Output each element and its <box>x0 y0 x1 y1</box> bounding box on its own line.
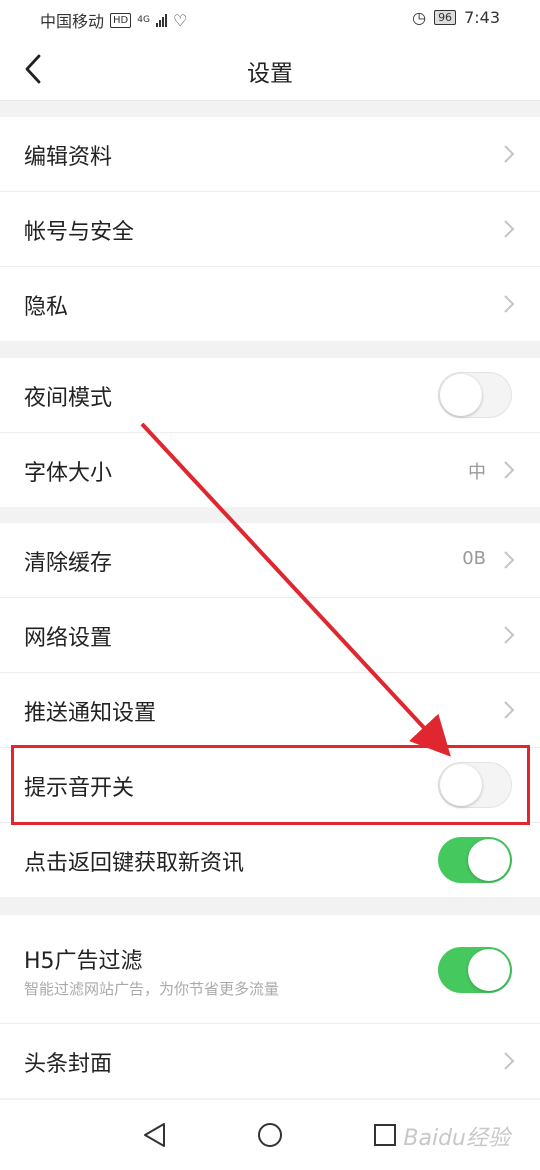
chevron-right-icon <box>504 551 515 569</box>
settings-row-push-notifications[interactable]: 推送通知设置 <box>0 673 540 748</box>
settings-row-privacy[interactable]: 隐私 <box>0 267 540 341</box>
chevron-right-icon <box>504 701 515 719</box>
back-triangle-icon[interactable] <box>140 1120 170 1150</box>
hd-badge: HD <box>110 12 132 28</box>
battery-icon: 96 <box>434 10 457 25</box>
chevron-right-icon <box>504 1052 515 1070</box>
system-nav-bar: Baidu经验 <box>0 1100 540 1170</box>
row-label: 字体大小 <box>24 461 113 486</box>
settings-group-display: 夜间模式 字体大小 中 <box>0 358 540 507</box>
settings-row-night-mode: 夜间模式 <box>0 358 540 433</box>
notification-sound-toggle[interactable] <box>438 762 512 808</box>
settings-group-account: 编辑资料 帐号与安全 隐私 <box>0 117 540 341</box>
toggle-knob <box>440 374 482 416</box>
chevron-right-icon <box>504 626 515 644</box>
watermark: Baidu经验 <box>403 1126 510 1151</box>
row-label: 夜间模式 <box>24 386 113 411</box>
carrier-label: 中国移动 <box>40 12 105 31</box>
page-title: 设置 <box>247 61 293 87</box>
health-heart-icon: ♡ <box>172 10 188 30</box>
clock: 7:43 <box>464 8 500 27</box>
chevron-right-icon <box>504 145 515 163</box>
settings-row-headline-cover[interactable]: 头条封面 <box>0 1024 540 1098</box>
row-label: 网络设置 <box>24 626 113 651</box>
row-label: 清除缓存 <box>24 551 113 576</box>
chevron-right-icon <box>504 461 515 479</box>
recents-square-icon[interactable] <box>370 1120 400 1150</box>
font-size-value: 中 <box>468 462 486 483</box>
alarm-icon: ◷ <box>412 8 427 27</box>
row-label: 编辑资料 <box>24 145 113 170</box>
home-circle-icon[interactable] <box>255 1120 285 1150</box>
settings-row-account-security[interactable]: 帐号与安全 <box>0 192 540 267</box>
row-label: 头条封面 <box>24 1052 113 1077</box>
row-label: 帐号与安全 <box>24 220 135 245</box>
status-bar: 中国移动 HD 4G ♡ ◷ 96 7:43 <box>0 0 540 38</box>
row-subtitle: 智能过滤网站广告，为你节省更多流量 <box>24 980 280 998</box>
row-label: 点击返回键获取新资讯 <box>24 851 245 876</box>
signal-icon <box>155 13 167 27</box>
chevron-right-icon <box>504 220 515 238</box>
chevron-right-icon <box>504 295 515 313</box>
network-type: 4G <box>137 14 150 25</box>
settings-row-network[interactable]: 网络设置 <box>0 598 540 673</box>
cache-size-value: 0B <box>462 548 486 569</box>
toggle-knob <box>468 839 510 881</box>
settings-row-notification-sound: 提示音开关 <box>0 748 540 823</box>
settings-group-content: H5广告过滤 智能过滤网站广告，为你节省更多流量 头条封面 <box>0 915 540 1098</box>
settings-row-h5-ad-filter: H5广告过滤 智能过滤网站广告，为你节省更多流量 <box>0 915 540 1024</box>
toggle-knob <box>440 764 482 806</box>
h5-ad-filter-toggle[interactable] <box>438 947 512 993</box>
nav-bar: 设置 <box>0 38 540 101</box>
row-label: 推送通知设置 <box>24 701 157 726</box>
row-label: 隐私 <box>24 295 69 320</box>
settings-row-clear-cache[interactable]: 清除缓存 0B <box>0 523 540 598</box>
row-label: H5广告过滤 <box>24 949 143 974</box>
settings-row-font-size[interactable]: 字体大小 中 <box>0 433 540 507</box>
row-label: 提示音开关 <box>24 776 135 801</box>
toggle-knob <box>468 949 510 991</box>
back-refresh-toggle[interactable] <box>438 837 512 883</box>
settings-group-general: 清除缓存 0B 网络设置 推送通知设置 提示音开关 点击返回键获取新资讯 <box>0 523 540 897</box>
settings-row-back-refresh: 点击返回键获取新资讯 <box>0 823 540 897</box>
settings-row-edit-profile[interactable]: 编辑资料 <box>0 117 540 192</box>
night-mode-toggle[interactable] <box>438 372 512 418</box>
